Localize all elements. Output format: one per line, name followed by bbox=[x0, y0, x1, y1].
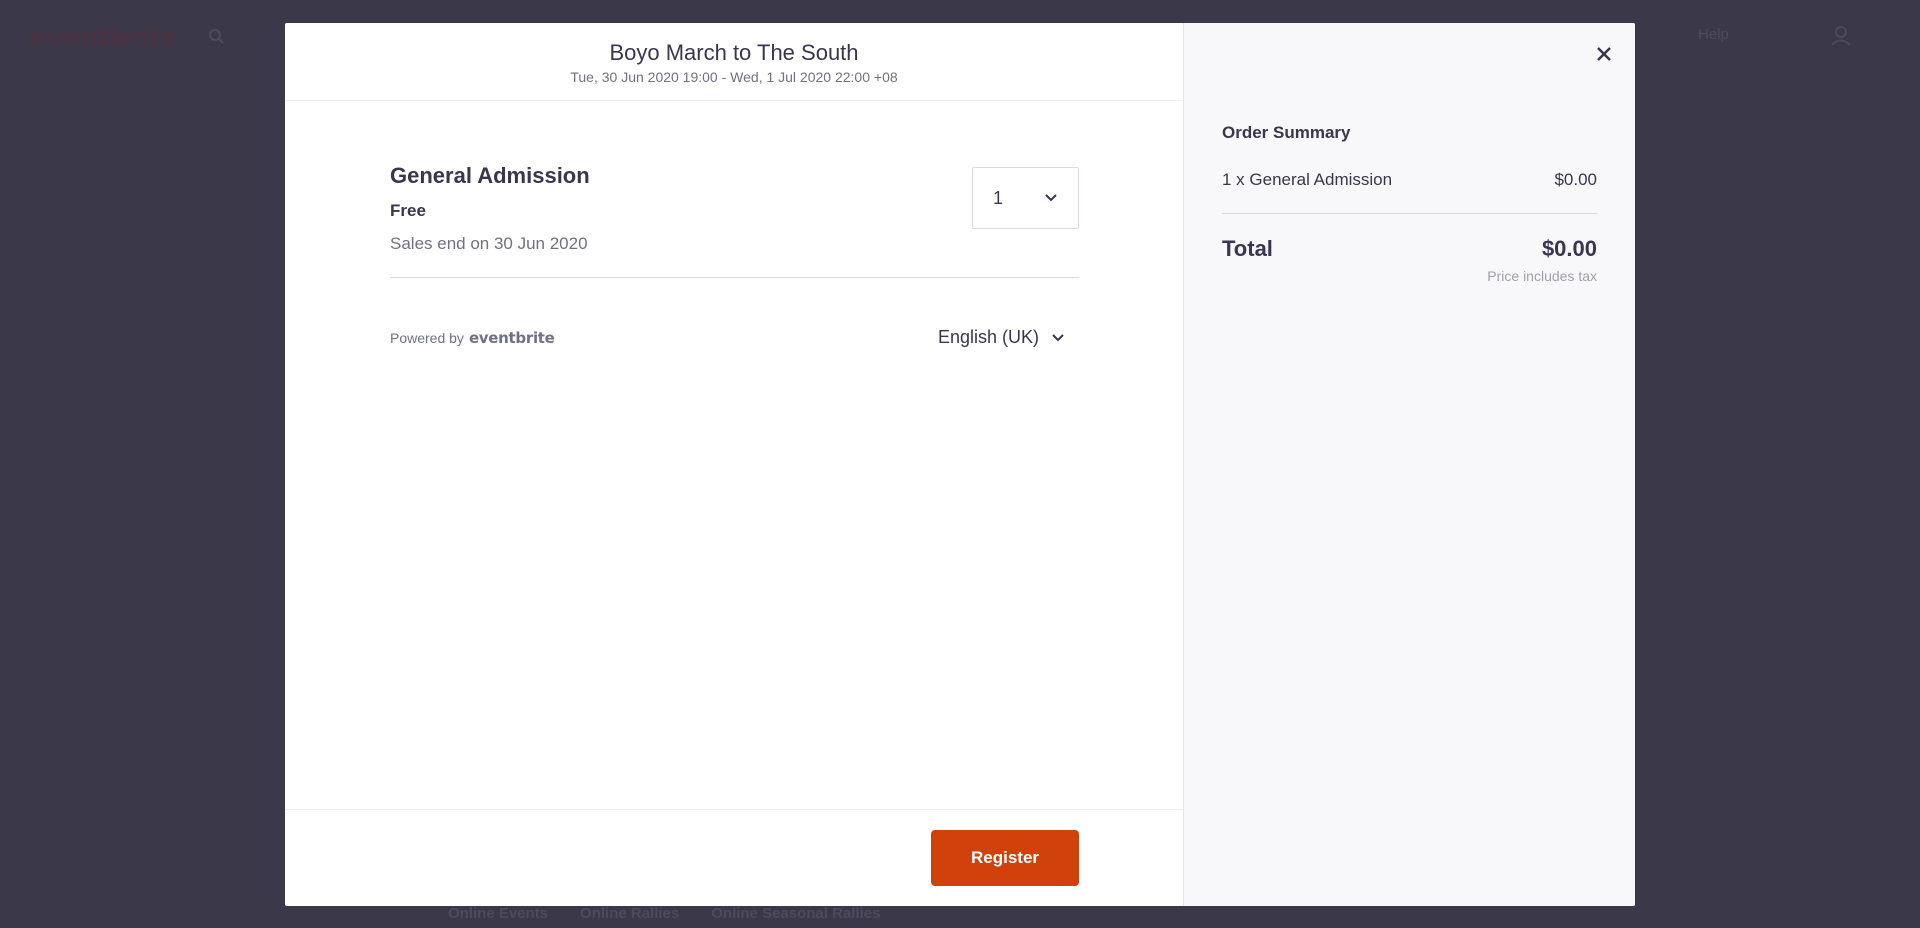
ticket-row: General Admission Free Sales end on 30 J… bbox=[390, 163, 1079, 278]
quantity-select[interactable]: 1 bbox=[972, 167, 1079, 229]
background-tab: Online Events bbox=[448, 905, 549, 922]
summary-total: Total $0.00 bbox=[1222, 236, 1597, 262]
total-label: Total bbox=[1222, 236, 1273, 261]
summary-item-price: $0.00 bbox=[1554, 170, 1597, 189]
register-button[interactable]: Register bbox=[931, 830, 1079, 886]
search-icon bbox=[209, 29, 224, 44]
ticket-sales-end: Sales end on 30 Jun 2020 bbox=[390, 234, 588, 253]
background-tab: Online Rallies bbox=[580, 905, 680, 922]
background-tabs: Online Events Online Rallies Online Seas… bbox=[448, 905, 880, 922]
user-icon bbox=[1831, 26, 1851, 46]
close-icon[interactable] bbox=[1592, 42, 1616, 66]
powered-by: Powered by eventbrite bbox=[390, 329, 555, 347]
quantity-value: 1 bbox=[993, 187, 1004, 208]
ticket-selection-panel: Boyo March to The South Tue, 30 Jun 2020… bbox=[285, 23, 1184, 906]
tax-note: Price includes tax bbox=[1487, 268, 1597, 284]
chevron-down-icon bbox=[1045, 194, 1057, 202]
modal-header: Boyo March to The South Tue, 30 Jun 2020… bbox=[285, 23, 1183, 101]
chevron-down-icon bbox=[1052, 333, 1064, 341]
language-select[interactable]: English (UK) bbox=[938, 327, 1065, 348]
powered-by-label: Powered by bbox=[390, 330, 464, 346]
total-value: $0.00 bbox=[1541, 236, 1597, 261]
background-help-link: Help bbox=[1698, 26, 1729, 43]
order-summary-title: Order Summary bbox=[1222, 123, 1351, 142]
summary-item-label: 1 x General Admission bbox=[1222, 170, 1393, 189]
language-label: English (UK) bbox=[938, 327, 1040, 347]
modal-footer: Register bbox=[285, 809, 1183, 906]
event-date: Tue, 30 Jun 2020 19:00 - Wed, 1 Jul 2020… bbox=[570, 69, 898, 86]
summary-line-item: 1 x General Admission $0.00 bbox=[1222, 170, 1597, 214]
eventbrite-logo: eventbrite bbox=[468, 329, 555, 347]
event-title: Boyo March to The South bbox=[609, 40, 859, 65]
checkout-modal: Boyo March to The South Tue, 30 Jun 2020… bbox=[285, 23, 1635, 906]
order-summary-panel: Order Summary 1 x General Admission $0.0… bbox=[1184, 23, 1635, 906]
background-tab: Online Seasonal Rallies bbox=[711, 905, 881, 922]
background-logo: eventbrite bbox=[29, 22, 178, 52]
order-summary: Order Summary 1 x General Admission $0.0… bbox=[1222, 123, 1597, 284]
